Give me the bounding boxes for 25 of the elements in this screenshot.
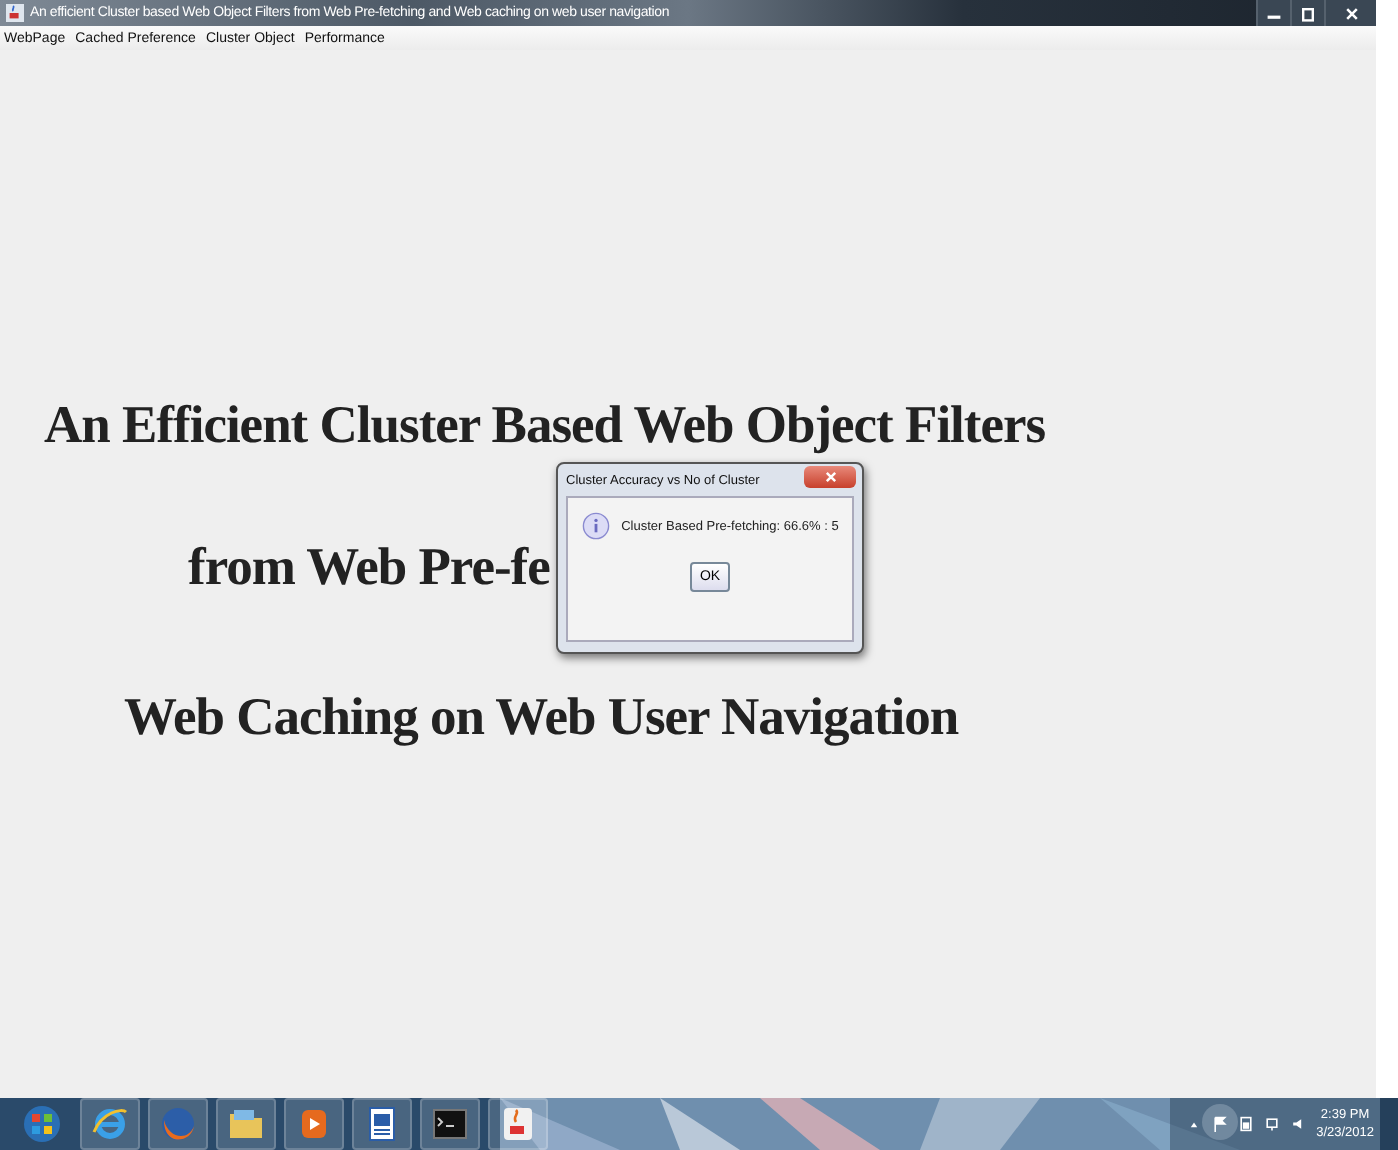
heading-line: from Web Pre-fe [188, 536, 550, 598]
taskbar-button[interactable] [284, 1098, 344, 1150]
info-icon [581, 512, 610, 540]
taskbar-button[interactable] [420, 1098, 480, 1150]
heading-line: Web Caching on Web User Navigation [124, 686, 959, 748]
taskbar-button[interactable] [80, 1098, 140, 1150]
close-button[interactable] [1324, 0, 1376, 26]
flag-icon[interactable] [1212, 1116, 1229, 1132]
maximize-icon [1300, 5, 1316, 21]
terminal-icon [430, 1104, 470, 1144]
browser-e-icon [90, 1104, 130, 1144]
taskbar-button[interactable] [352, 1098, 412, 1150]
minimize-button[interactable] [1256, 0, 1290, 26]
close-icon [1343, 5, 1359, 21]
maximize-button[interactable] [1290, 0, 1324, 26]
start-orb-icon [22, 1104, 62, 1144]
taskbar-button[interactable] [216, 1098, 276, 1150]
close-icon [823, 470, 837, 484]
close-button[interactable] [804, 466, 856, 488]
speaker-icon[interactable] [1290, 1116, 1307, 1132]
folder-icon [226, 1104, 266, 1144]
heading-line: An Efficient Cluster Based Web Object Filters [44, 394, 1046, 456]
battery-icon[interactable] [1238, 1116, 1255, 1132]
globe-fox-icon [158, 1104, 198, 1144]
taskbar-button[interactable] [488, 1098, 548, 1150]
